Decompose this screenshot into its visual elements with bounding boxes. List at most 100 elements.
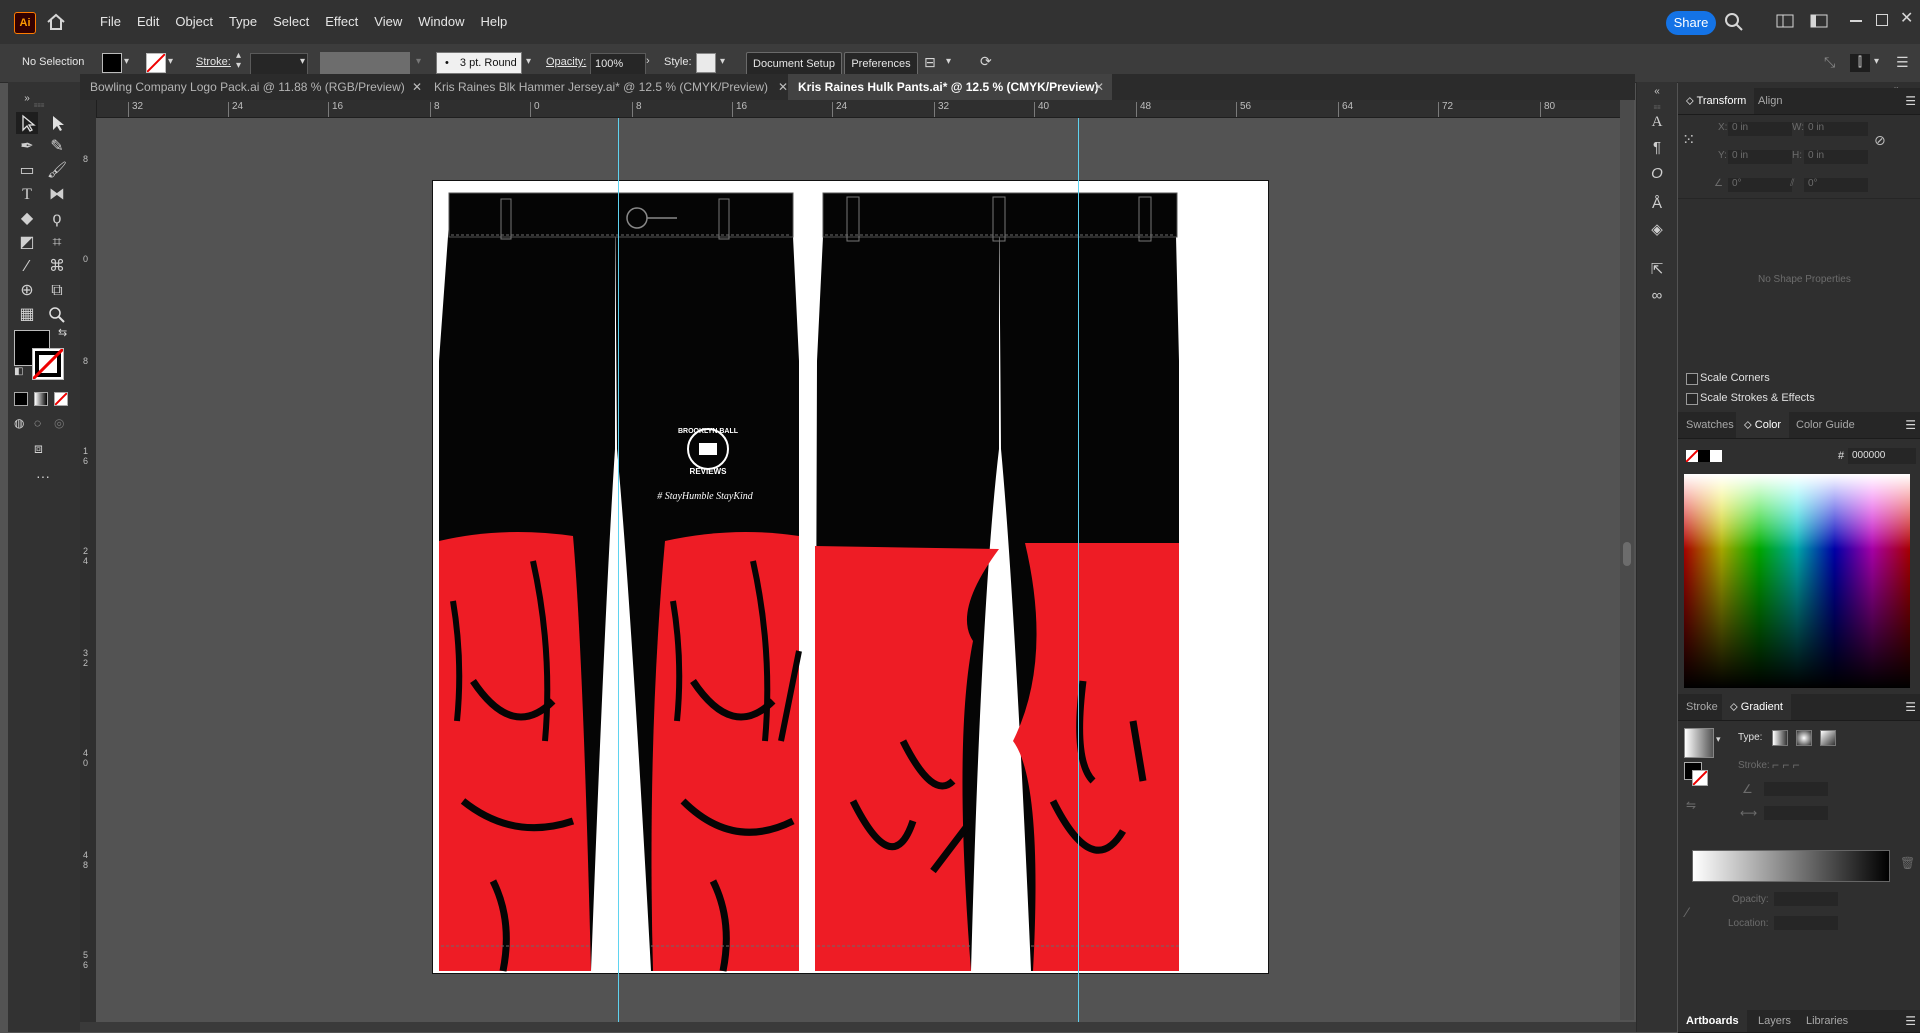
gradient-preview-swatch[interactable] [1684, 728, 1714, 758]
reverse-gradient-icon[interactable]: ⇋ [1686, 798, 1696, 812]
menu-object[interactable]: Object [167, 0, 221, 44]
toolbar-collapse-icon[interactable]: ⤡ [1824, 54, 1835, 71]
shape-builder-tool-icon[interactable]: ⊕ [16, 280, 38, 302]
stroke-label[interactable]: Stroke: [196, 56, 231, 68]
glyphs-panel-icon[interactable]: Å [1647, 194, 1667, 214]
black-swatch[interactable] [1698, 450, 1710, 462]
none-swatch-icon[interactable] [1686, 450, 1698, 462]
tab-libraries[interactable]: Libraries [1798, 1010, 1856, 1032]
menu-edit[interactable]: Edit [129, 0, 167, 44]
gradient-eyedropper-icon[interactable]: ⁄ [1686, 904, 1688, 920]
tab-swatches[interactable]: Swatches [1678, 412, 1742, 438]
gradient-tool-icon[interactable]: ◩ [16, 232, 38, 254]
close-tab-icon[interactable]: ✕ [412, 74, 422, 100]
reflect-tool-icon[interactable]: ⧓ [46, 184, 68, 206]
graph-tool-icon[interactable]: ▦ [16, 304, 38, 326]
tab-artboards[interactable]: Artboards [1678, 1010, 1747, 1032]
y-input[interactable]: 0 in [1728, 150, 1792, 164]
blend-tool-icon[interactable]: ⌘ [46, 256, 68, 278]
stroke-swatch[interactable] [146, 53, 166, 73]
gradient-location-input[interactable] [1774, 916, 1838, 930]
character-panel-icon[interactable]: A [1647, 112, 1667, 132]
h-input[interactable]: 0 in [1804, 150, 1868, 164]
menu-type[interactable]: Type [221, 0, 265, 44]
appearance-panel-icon[interactable]: ◈ [1647, 220, 1667, 240]
pen-tool-icon[interactable]: ✒ [16, 136, 38, 158]
color-mode-icon[interactable] [14, 392, 28, 406]
stroke-weight-dropdown-icon[interactable]: ▾ [300, 56, 305, 67]
vertical-ruler[interactable]: 8 0 8 1 6 2 4 3 2 4 0 4 8 5 6 [80, 100, 97, 1030]
selection-tool-icon[interactable] [16, 112, 38, 134]
panel-menu-icon[interactable]: ☰ [1905, 700, 1916, 714]
type-tool-icon[interactable]: T [16, 184, 38, 206]
radial-gradient-icon[interactable] [1796, 730, 1812, 746]
scrollbar-thumb[interactable] [1623, 542, 1631, 566]
brush-dropdown-icon[interactable]: ▾ [526, 56, 531, 67]
artboard-tool-icon[interactable]: ⧉ [46, 280, 68, 302]
shear-input[interactable]: 0° [1804, 178, 1868, 192]
curvature-tool-icon[interactable]: ✎ [46, 136, 68, 158]
restore-icon[interactable] [1876, 14, 1888, 26]
linear-gradient-icon[interactable] [1772, 730, 1788, 746]
share-button[interactable]: Share [1666, 11, 1716, 35]
menu-help[interactable]: Help [472, 0, 515, 44]
rotate-input[interactable]: 0° [1728, 178, 1792, 192]
paragraph-panel-icon[interactable]: ¶ [1647, 138, 1667, 158]
tab-color-guide[interactable]: Color Guide [1788, 412, 1863, 438]
menu-effect[interactable]: Effect [317, 0, 366, 44]
workspace-icon[interactable] [1810, 14, 1828, 28]
delete-stop-icon[interactable]: 🗑 [1900, 856, 1915, 870]
stroke-stepper-icon[interactable]: ▴ ▾ [236, 51, 241, 71]
tab-color[interactable]: ⬦ Color [1736, 412, 1790, 438]
constrain-proportions-icon[interactable]: ⊘ [1874, 132, 1886, 149]
align-options-icon[interactable]: ⊟ [924, 54, 936, 71]
close-tab-icon[interactable]: ✕ [778, 74, 788, 100]
paintbrush-tool-icon[interactable]: 🖌 [46, 160, 68, 182]
color-spectrum[interactable] [1684, 474, 1910, 688]
draw-inside-icon[interactable]: ◎ [54, 416, 64, 430]
stroke-color-icon[interactable] [32, 348, 64, 380]
artboard[interactable]: BROOKLYN BALL REVIEWS # StayHumble StayK… [432, 180, 1269, 974]
tab-hammer-jersey[interactable]: Kris Raines Blk Hammer Jersey.ai* @ 12.5… [424, 74, 796, 100]
arrange-documents-icon[interactable] [1776, 14, 1794, 28]
tab-transform[interactable]: ⬦ Transform [1678, 88, 1755, 114]
white-swatch[interactable] [1710, 450, 1722, 462]
tab-align[interactable]: Align [1750, 88, 1790, 114]
menu-file[interactable]: File [92, 0, 129, 44]
panel-menu-icon[interactable]: ☰ [1905, 418, 1916, 432]
variable-width-profile[interactable] [320, 52, 410, 74]
close-tab-icon[interactable]: ✕ [1094, 74, 1104, 100]
align-dropdown-icon[interactable]: ▾ [946, 56, 951, 67]
tab-bowling-logo-pack[interactable]: Bowling Company Logo Pack.ai @ 11.88 % (… [80, 74, 430, 100]
tab-hulk-pants[interactable]: Kris Raines Hulk Pants.ai* @ 12.5 % (CMY… [788, 74, 1112, 100]
menu-window[interactable]: Window [410, 0, 472, 44]
reference-point-icon[interactable]: ⁙ [1682, 130, 1702, 150]
close-window-icon[interactable]: ✕ [1900, 8, 1913, 28]
tools-grip-icon[interactable]: ≡≡≡ [16, 103, 62, 109]
recolor-icon[interactable]: ⟳ [980, 53, 992, 70]
vertical-scrollbar[interactable] [1620, 100, 1634, 1020]
fill-swatch[interactable] [102, 53, 122, 73]
scale-corners-checkbox[interactable] [1686, 373, 1698, 385]
control-bar-menu-icon[interactable]: ☰ [1896, 54, 1909, 71]
draw-behind-icon[interactable]: ◌ [34, 416, 41, 430]
panel-menu-icon[interactable]: ☰ [1905, 94, 1916, 108]
gradient-mode-icon[interactable] [34, 392, 48, 406]
style-swatch[interactable] [696, 53, 716, 73]
menu-select[interactable]: Select [265, 0, 317, 44]
panel-menu-icon[interactable]: ☰ [1905, 1014, 1916, 1028]
brush-definition[interactable]: • 3 pt. Round [436, 52, 522, 74]
style-dropdown-icon[interactable]: ▾ [720, 56, 725, 67]
opacity-input[interactable]: 100% [590, 53, 646, 75]
x-input[interactable]: 0 in [1728, 122, 1792, 136]
export-panel-icon[interactable]: ⇱ [1647, 260, 1667, 280]
hex-input[interactable]: 000000 [1848, 448, 1916, 464]
screen-mode-icon[interactable]: ⧈ [34, 440, 43, 457]
none-mode-icon[interactable] [54, 392, 68, 406]
guide-line[interactable] [618, 118, 619, 1022]
freeform-gradient-icon[interactable] [1820, 730, 1836, 746]
swap-colors-icon[interactable]: ⇆ [58, 326, 67, 339]
edit-toolbar-icon[interactable]: ··· [36, 468, 50, 484]
rectangle-tool-icon[interactable]: ▭ [16, 160, 38, 182]
tab-gradient[interactable]: ⬦ Gradient [1722, 694, 1791, 720]
